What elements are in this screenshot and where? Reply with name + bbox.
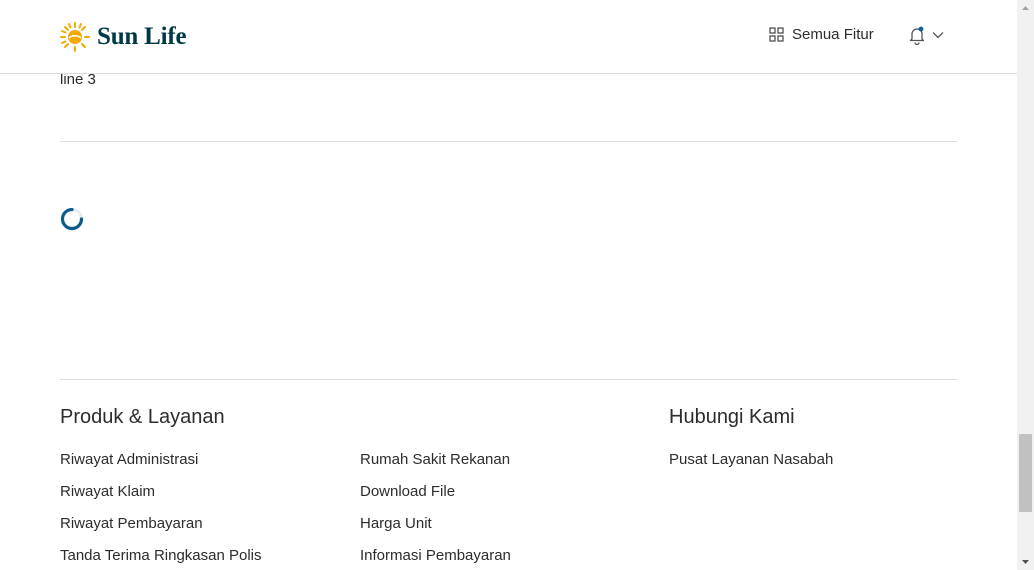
sunlife-logo[interactable]: Sun Life bbox=[59, 20, 187, 54]
sun-logo-icon bbox=[60, 22, 90, 52]
bell-icon bbox=[909, 26, 925, 45]
top-header: Sun Life Semua Fitur bbox=[0, 0, 1017, 74]
scrollbar-thumb[interactable] bbox=[1019, 434, 1032, 512]
all-features-label: Semua Fitur bbox=[792, 26, 874, 43]
link-riwayat-pembayaran[interactable]: Riwayat Pembayaran bbox=[60, 515, 203, 532]
link-download-file[interactable]: Download File bbox=[360, 483, 455, 500]
products-services-title: Produk & Layanan bbox=[60, 406, 225, 428]
grid-icon bbox=[769, 27, 784, 42]
contact-us-title: Hubungi Kami bbox=[669, 406, 795, 428]
loading-spinner-icon bbox=[60, 207, 84, 231]
link-pusat-layanan-nasabah[interactable]: Pusat Layanan Nasabah bbox=[669, 451, 833, 468]
link-rumah-sakit-rekanan[interactable]: Rumah Sakit Rekanan bbox=[360, 451, 510, 468]
link-harga-unit[interactable]: Harga Unit bbox=[360, 515, 432, 532]
scroll-down-arrow-icon[interactable] bbox=[1021, 557, 1030, 567]
chevron-down-icon[interactable] bbox=[932, 31, 944, 39]
link-informasi-pembayaran[interactable]: Informasi Pembayaran bbox=[360, 547, 511, 564]
notifications-menu[interactable] bbox=[908, 25, 944, 45]
scroll-up-arrow-icon[interactable] bbox=[1021, 3, 1030, 13]
link-tanda-terima-ringkasan-polis[interactable]: Tanda Terima Ringkasan Polis bbox=[60, 547, 262, 564]
brand-name: Sun Life bbox=[97, 23, 187, 50]
link-riwayat-klaim[interactable]: Riwayat Klaim bbox=[60, 483, 155, 500]
link-riwayat-administrasi[interactable]: Riwayat Administrasi bbox=[60, 451, 198, 468]
section-divider bbox=[60, 141, 957, 142]
footer-divider bbox=[60, 379, 957, 380]
all-features-button[interactable]: Semua Fitur bbox=[769, 26, 874, 43]
page-scrollbar[interactable] bbox=[1017, 0, 1034, 570]
